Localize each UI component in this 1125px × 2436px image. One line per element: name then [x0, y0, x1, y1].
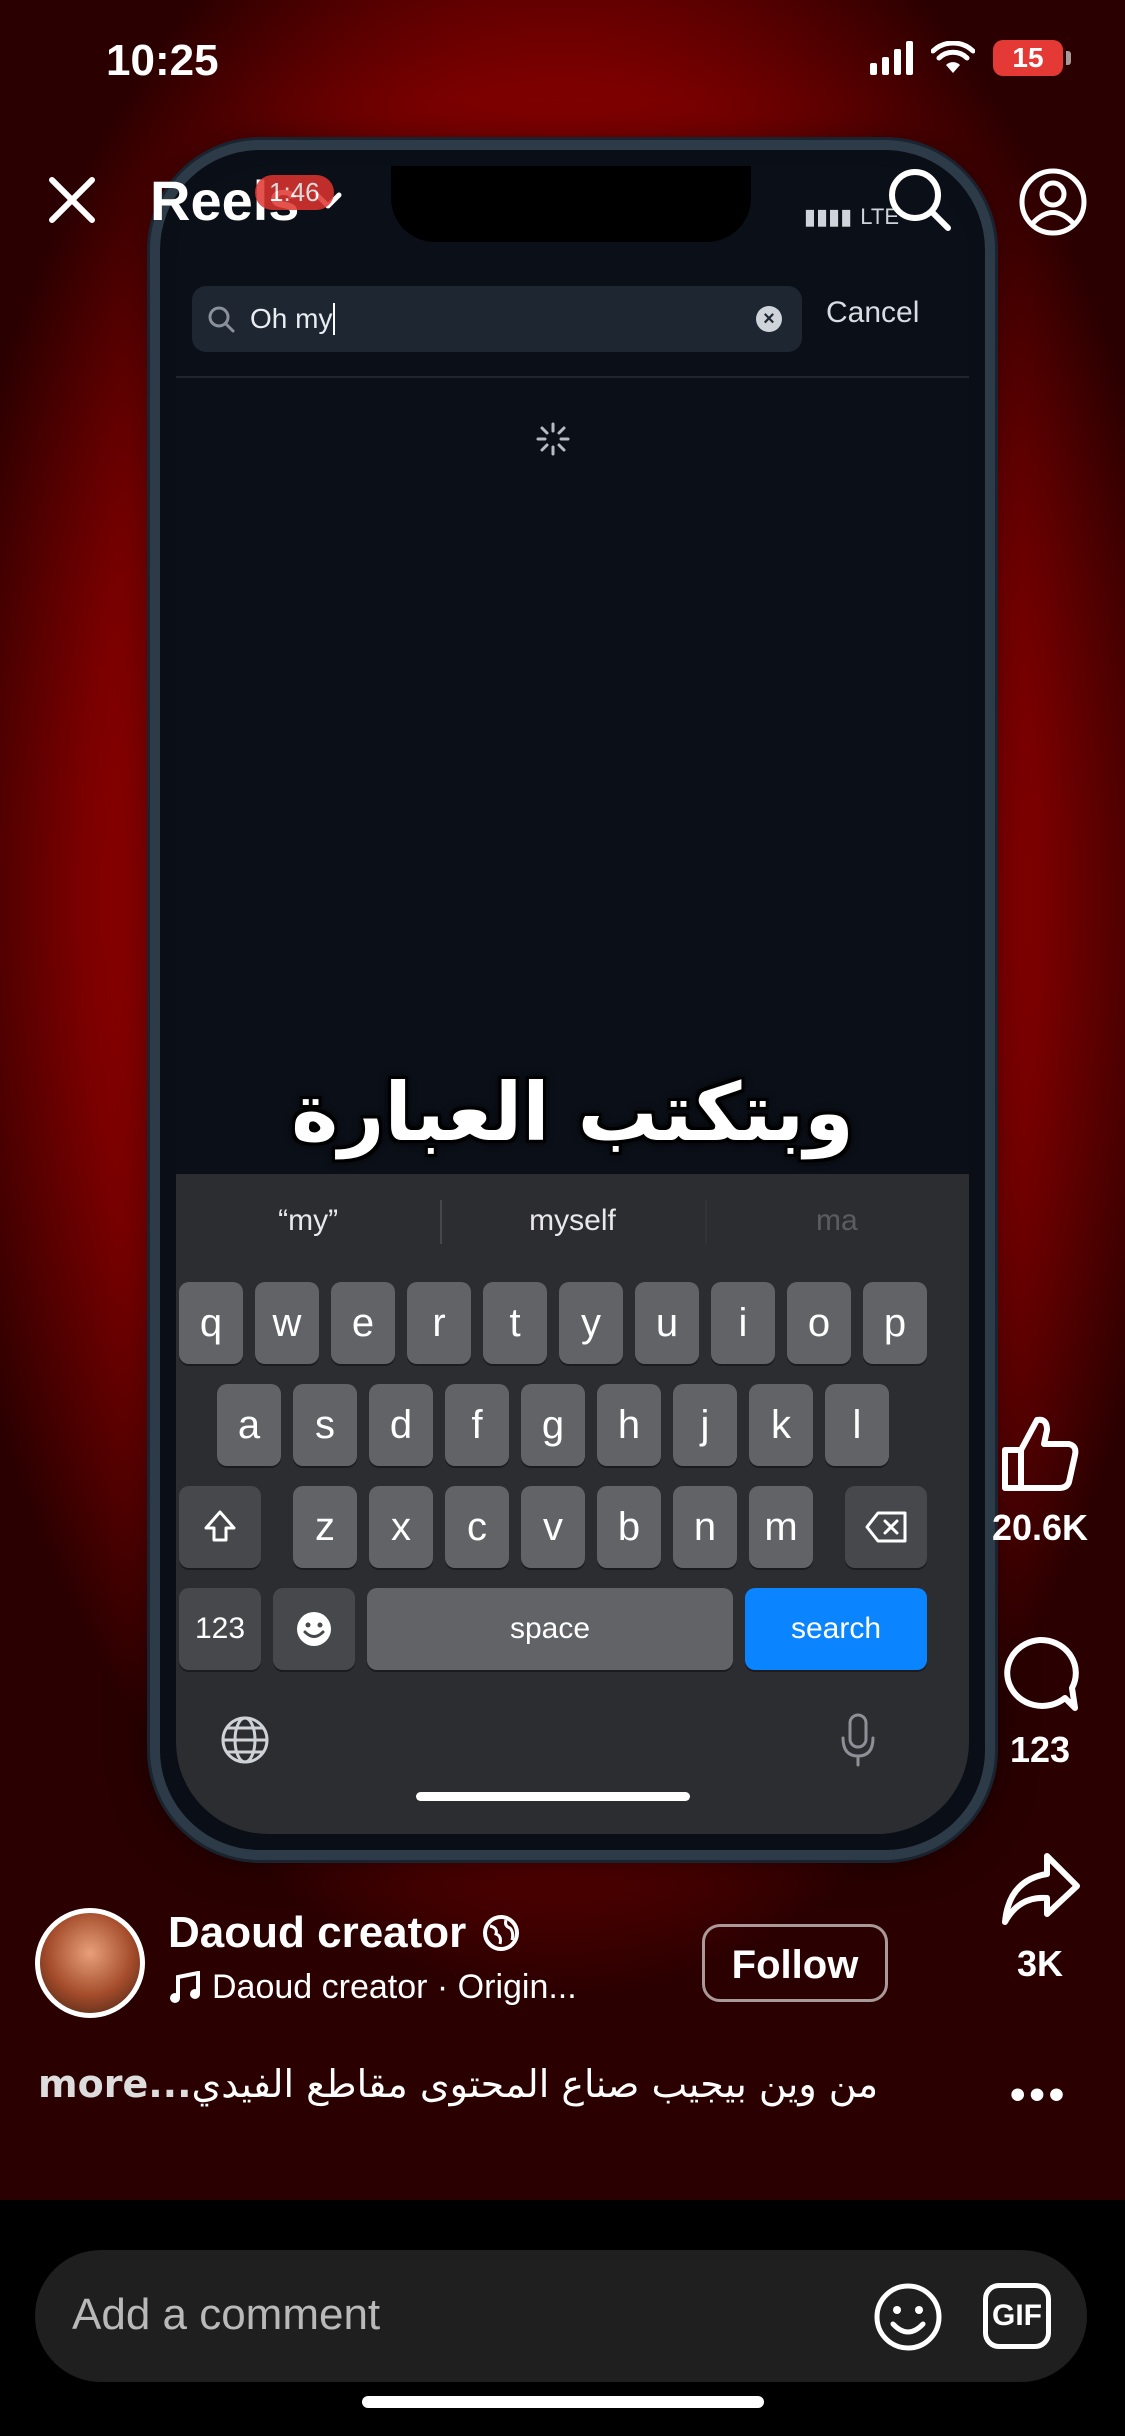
- inner-search-field: Oh my: [192, 286, 802, 352]
- emoji-key: [273, 1588, 355, 1670]
- backspace-icon: [865, 1511, 907, 1543]
- key: b: [597, 1486, 661, 1568]
- inner-divider: [176, 376, 969, 378]
- author-name-label: Daoud creator: [168, 1908, 467, 1957]
- battery-indicator: 15: [993, 40, 1071, 76]
- emoji-icon[interactable]: [873, 2282, 943, 2352]
- emoji-icon: [297, 1612, 331, 1646]
- avatar[interactable]: [35, 1908, 145, 2018]
- like-icon: [1002, 1416, 1079, 1491]
- signal-icon: [870, 41, 913, 75]
- key: d: [369, 1384, 433, 1466]
- keyboard-search-key: search: [745, 1588, 927, 1670]
- key: h: [597, 1384, 661, 1466]
- inner-clear-icon: ×: [756, 306, 782, 332]
- backspace-key: [845, 1486, 927, 1568]
- phone-notch: [391, 166, 751, 242]
- share-action[interactable]: 3K: [990, 1846, 1090, 1985]
- caption-more-link[interactable]: ...more: [38, 2062, 192, 2106]
- inner-cancel: Cancel: [826, 296, 920, 329]
- key: x: [369, 1486, 433, 1568]
- key: l: [825, 1384, 889, 1466]
- numbers-key: 123: [179, 1588, 261, 1670]
- status-icons: 15: [870, 40, 1071, 76]
- home-indicator: [362, 2396, 764, 2408]
- globe-icon: [221, 1716, 269, 1764]
- key: w: [255, 1282, 319, 1364]
- key: u: [635, 1282, 699, 1364]
- suggestion-item: myself: [440, 1174, 704, 1268]
- key: z: [293, 1486, 357, 1568]
- key: o: [787, 1282, 851, 1364]
- wifi-icon: [931, 41, 975, 73]
- comment-placeholder: Add a comment: [72, 2290, 381, 2339]
- music-icon: [170, 1970, 200, 2003]
- inner-home-indicator: [416, 1792, 690, 1801]
- caption-text: من وين بيجيب صناع المحتوى مقاطع الفيدي: [191, 2062, 879, 2106]
- follow-button[interactable]: Follow: [702, 1924, 888, 2002]
- inner-search-icon: [208, 306, 235, 333]
- key: k: [749, 1384, 813, 1466]
- share-icon: [1002, 1853, 1080, 1925]
- search-icon[interactable]: [885, 165, 955, 235]
- suggestion-item: “my”: [278, 1204, 339, 1237]
- key: j: [673, 1384, 737, 1466]
- loading-spinner-icon: [536, 422, 570, 456]
- shift-key: [179, 1486, 261, 1568]
- gif-icon[interactable]: GIF: [983, 2283, 1051, 2349]
- key: c: [445, 1486, 509, 1568]
- key: f: [445, 1384, 509, 1466]
- microphone-icon: [841, 1713, 875, 1767]
- inner-search-query: Oh my: [250, 303, 333, 334]
- share-count: 3K: [1016, 1943, 1064, 1984]
- author-name[interactable]: Daoud creator: [168, 1908, 520, 1958]
- status-time: 10:25: [106, 36, 219, 85]
- globe-icon: [483, 1915, 520, 1951]
- comment-action[interactable]: 123: [990, 1632, 1090, 1771]
- video-phone-mockup: ▮▮▮▮ LTE Oh my × Cancel وبتكتب العبارة “…: [150, 140, 995, 1860]
- key: v: [521, 1486, 585, 1568]
- key: g: [521, 1384, 585, 1466]
- text-cursor: [333, 303, 336, 335]
- more-icon[interactable]: •••: [1010, 2070, 1068, 2120]
- comment-icon: [1004, 1636, 1079, 1711]
- inner-keyboard: “my” myself ma q w e r t y u i o p a s d…: [176, 1174, 969, 1834]
- keyboard-suggestions: “my” myself ma: [176, 1174, 969, 1268]
- key: q: [179, 1282, 243, 1364]
- like-count: 20.6K: [991, 1507, 1089, 1548]
- inner-signal-icon: ▮▮▮▮: [803, 204, 853, 229]
- key: s: [293, 1384, 357, 1466]
- space-key: space: [367, 1588, 733, 1670]
- key: e: [331, 1282, 395, 1364]
- reel-caption[interactable]: من وين بيجيب صناع المحتوى مقاطع الفيدي..…: [38, 2062, 958, 2106]
- close-icon[interactable]: [42, 170, 102, 230]
- key: t: [483, 1282, 547, 1364]
- video-caption-overlay: وبتكتب العبارة: [291, 1066, 854, 1159]
- key: a: [217, 1384, 281, 1466]
- key: n: [673, 1486, 737, 1568]
- comment-count: 123: [1009, 1729, 1071, 1770]
- profile-icon[interactable]: [1017, 166, 1089, 238]
- key: i: [711, 1282, 775, 1364]
- audio-track-label: Daoud creator · Origin...: [212, 1968, 577, 2006]
- key: y: [559, 1282, 623, 1364]
- audio-track[interactable]: Daoud creator · Origin...: [168, 1968, 577, 2007]
- key: m: [749, 1486, 813, 1568]
- shift-icon: [204, 1510, 236, 1542]
- key: p: [863, 1282, 927, 1364]
- like-action[interactable]: 20.6K: [990, 1410, 1090, 1549]
- suggestion-item: ma: [704, 1174, 969, 1268]
- key: r: [407, 1282, 471, 1364]
- phone-screen: ▮▮▮▮ LTE Oh my × Cancel وبتكتب العبارة “…: [176, 166, 969, 1834]
- call-timer-badge: 1:46: [255, 175, 334, 210]
